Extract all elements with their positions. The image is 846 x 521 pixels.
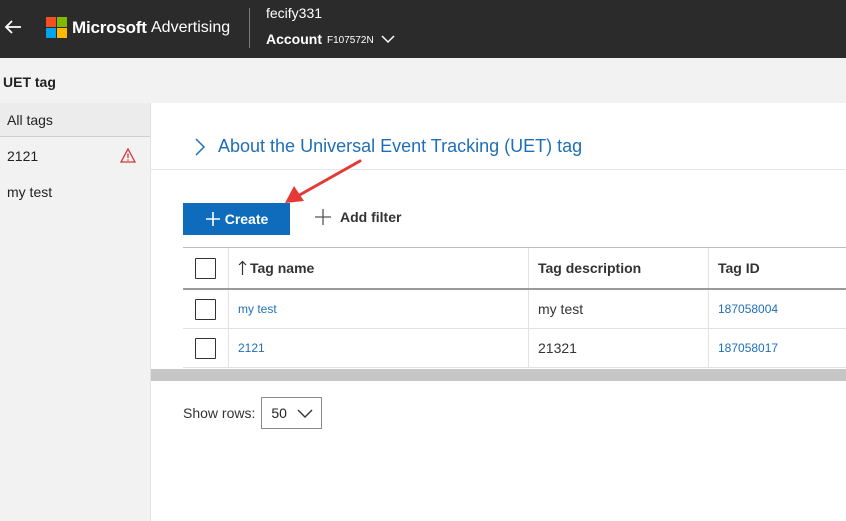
table-header: Tag name Tag description Tag ID [183,247,846,290]
column-label: Tag name [250,260,315,276]
account-label: Account [266,31,322,47]
account-user: fecify331 [266,5,323,21]
chevron-down-icon [297,409,313,418]
plus-icon [205,212,220,226]
show-rows-label: Show rows: [183,405,256,421]
tag-id-link[interactable]: 187058004 [718,302,778,316]
table-row: my test my test 187058004 [183,290,846,329]
sort-ascending-icon [238,260,247,275]
column-header-tag-id[interactable]: Tag ID [709,248,846,288]
create-button[interactable]: Create [183,203,290,235]
row-checkbox[interactable] [195,337,216,359]
rows-per-page-select[interactable]: 50 [261,397,323,429]
chevron-down-icon [381,35,395,44]
page-title: UET tag [3,74,56,90]
column-header-tag-description[interactable]: Tag description [529,248,709,288]
select-all-checkbox[interactable] [195,257,216,279]
tag-id-cell: 187058004 [709,290,846,328]
tag-name-cell: my test [229,290,529,328]
row-check-cell [183,329,229,367]
header-check-cell [183,248,229,288]
tag-name-link[interactable]: my test [238,302,277,316]
warning-icon [120,148,136,163]
brand-name: Microsoft [72,18,147,37]
create-button-label: Create [224,211,269,227]
account-id: F107572N [327,34,374,46]
header-divider [249,8,250,48]
sidebar-item-all-tags[interactable]: All tags [0,103,150,137]
sidebar: All tags 2121 my test [0,103,151,521]
row-check-cell [183,290,229,328]
plus-icon [315,209,331,225]
tag-name-cell: 2121 [229,329,529,367]
tag-description-cell: my test [529,290,709,328]
product-name: Advertising [151,19,231,36]
tag-description: 21321 [538,340,577,356]
tag-id-cell: 187058017 [709,329,846,367]
tags-table: Tag name Tag description Tag ID my test … [183,247,846,368]
section-divider [151,169,846,170]
about-uet-link-text: About the Universal Event Tracking (UET)… [218,136,583,156]
sidebar-item-label: 2121 [7,148,39,164]
column-label: Tag description [538,260,642,276]
add-filter-button[interactable]: Add filter [314,208,401,226]
sidebar-item-label: my test [7,184,53,200]
account-switcher[interactable]: Account F107572N [266,31,395,47]
horizontal-scrollbar[interactable] [151,369,846,381]
about-uet-link[interactable]: About the Universal Event Tracking (UET)… [194,136,582,157]
tag-description: my test [538,301,584,317]
back-arrow-icon[interactable] [2,16,24,38]
add-filter-label: Add filter [340,209,402,225]
tag-name-link[interactable]: 2121 [238,341,265,355]
sidebar-item-label: All tags [7,112,53,128]
column-header-tag-name[interactable]: Tag name [229,248,529,288]
chevron-right-icon [195,137,206,156]
page-title-bar: UET tag [0,58,846,103]
tag-description-cell: 21321 [529,329,709,367]
sidebar-item-my-test[interactable]: my test [0,175,150,209]
row-checkbox[interactable] [195,298,216,320]
sidebar-item-2121[interactable]: 2121 [0,139,150,173]
rows-per-page-value: 50 [271,405,287,421]
annotation-arrow [285,159,362,203]
tag-id-link[interactable]: 187058017 [718,341,778,355]
table-row: 2121 21321 187058017 [183,329,846,368]
show-rows-control: Show rows: 50 [183,397,323,429]
top-bar: Microsoft Advertising fecify331 Account … [0,0,846,58]
column-label: Tag ID [718,260,760,276]
microsoft-logo-icon [46,17,67,38]
